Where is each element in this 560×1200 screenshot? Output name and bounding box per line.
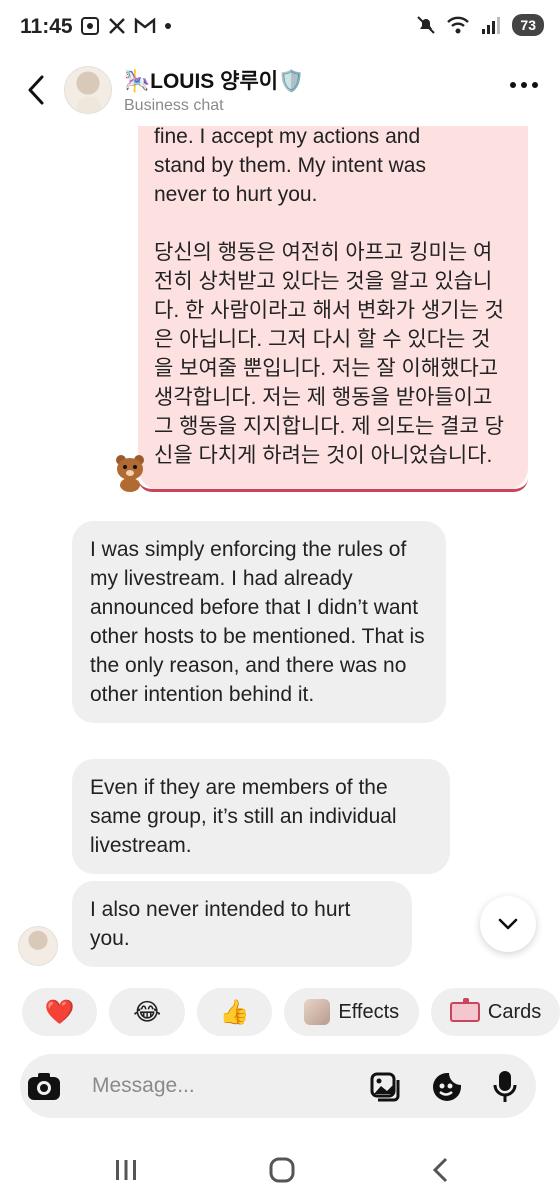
laugh-icon: 😂	[133, 998, 162, 1026]
camera-icon	[28, 1073, 60, 1100]
incoming-message-bubble[interactable]: I was simply enforcing the rules of my l…	[72, 521, 446, 723]
chat-thread[interactable]: fine. I accept my actions and stand by t…	[0, 126, 560, 976]
quick-reactions-row: ❤️ 😂 👍 Effects Cards	[22, 988, 560, 1038]
gift-card-icon	[449, 998, 480, 1022]
signal-icon	[482, 17, 501, 34]
sender-avatar[interactable]	[18, 926, 58, 966]
incoming-message-bubble[interactable]: Even if they are members of the same gro…	[72, 759, 450, 874]
contact-avatar[interactable]	[64, 66, 112, 114]
battery-badge: 73	[512, 14, 544, 36]
message-input[interactable]	[92, 1070, 352, 1102]
home-icon	[269, 1157, 295, 1183]
bear-sticker-icon	[116, 455, 144, 492]
effects-label: Effects	[338, 1000, 400, 1023]
status-right-icons: 73	[416, 14, 544, 36]
gallery-icon	[370, 1072, 400, 1102]
recent-apps-button[interactable]	[106, 1150, 146, 1190]
status-left-icons	[80, 16, 172, 36]
incoming-message-bubble[interactable]: I also never intended to hurt you.	[72, 881, 412, 967]
effects-button[interactable]: Effects	[284, 988, 420, 1036]
gmail-icon	[134, 17, 156, 33]
gallery-button[interactable]	[368, 1070, 402, 1104]
message-composer	[20, 1054, 536, 1118]
effects-thumbnail-icon	[304, 999, 331, 1025]
more-dot	[532, 82, 538, 88]
status-time: 11:45	[20, 15, 73, 38]
dot-icon	[165, 23, 171, 29]
thumbs-up-icon: 👍	[219, 998, 250, 1026]
wifi-icon	[447, 16, 470, 34]
thumbs-up-reaction-button[interactable]: 👍	[196, 988, 273, 1036]
bubble-accent-border	[138, 478, 528, 492]
outgoing-message-text-ko: 당신의 행동은 여전히 아프고 킹미는 여 전히 상처받고 있다는 것을 알고 …	[154, 241, 504, 467]
chevron-down-icon	[498, 918, 518, 930]
more-dot	[510, 82, 516, 88]
system-nav-bar	[0, 1140, 560, 1200]
system-back-button[interactable]	[420, 1150, 460, 1190]
heart-icon: ❤️	[44, 998, 75, 1026]
incoming-message-text: I was simply enforcing the rules of my l…	[90, 538, 425, 706]
x-icon	[109, 18, 125, 34]
status-bar: 11:45 73	[0, 0, 560, 56]
screenshot-icon	[81, 17, 99, 35]
home-button[interactable]	[262, 1150, 302, 1190]
back-button[interactable]	[18, 70, 54, 110]
mute-icon	[417, 16, 436, 34]
more-options-button[interactable]	[510, 82, 538, 88]
contact-subtitle: Business chat	[124, 97, 224, 114]
outgoing-message-text-en: fine. I accept my actions and stand by t…	[154, 126, 426, 206]
microphone-icon	[493, 1071, 517, 1102]
cards-label: Cards	[487, 1000, 542, 1023]
voice-message-button[interactable]	[488, 1070, 522, 1104]
heart-reaction-button[interactable]: ❤️	[22, 988, 98, 1036]
sticker-button[interactable]	[430, 1070, 464, 1104]
more-dot	[521, 82, 527, 88]
laugh-reaction-button[interactable]: 😂	[109, 988, 185, 1036]
sticker-icon	[433, 1073, 461, 1101]
scroll-to-bottom-button[interactable]	[480, 896, 536, 952]
contact-name[interactable]: 🎠LOUIS 양루이🛡️	[124, 65, 304, 95]
recent-apps-icon	[116, 1160, 136, 1180]
chevron-left-icon	[28, 75, 44, 105]
outgoing-message-bubble[interactable]: fine. I accept my actions and stand by t…	[138, 126, 528, 490]
cards-button[interactable]: Cards	[431, 988, 560, 1036]
chat-header: 🎠LOUIS 양루이🛡️ Business chat	[0, 56, 560, 126]
back-arrow-icon	[432, 1157, 448, 1183]
camera-button[interactable]	[26, 1068, 62, 1104]
incoming-message-text: Even if they are members of the same gro…	[90, 776, 397, 857]
incoming-message-text: I also never intended to hurt you.	[90, 898, 351, 950]
